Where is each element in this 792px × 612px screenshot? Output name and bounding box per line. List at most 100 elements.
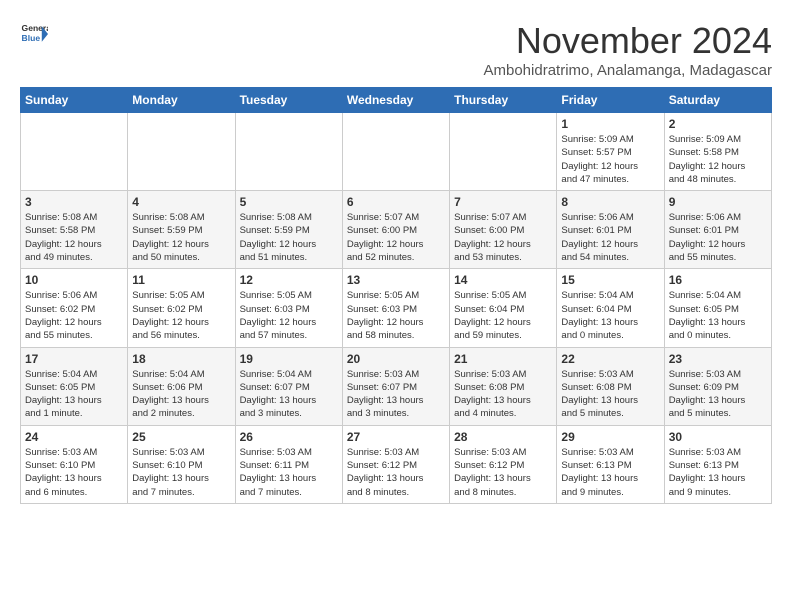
day-header-thursday: Thursday bbox=[450, 88, 557, 113]
calendar-cell: 29Sunrise: 5:03 AM Sunset: 6:13 PM Dayli… bbox=[557, 425, 664, 503]
day-info: Sunrise: 5:05 AM Sunset: 6:02 PM Dayligh… bbox=[132, 289, 230, 342]
day-info: Sunrise: 5:06 AM Sunset: 6:01 PM Dayligh… bbox=[561, 211, 659, 264]
day-number: 7 bbox=[454, 195, 552, 209]
day-header-tuesday: Tuesday bbox=[235, 88, 342, 113]
day-number: 13 bbox=[347, 273, 445, 287]
day-number: 15 bbox=[561, 273, 659, 287]
logo: General Blue bbox=[20, 20, 48, 48]
day-info: Sunrise: 5:08 AM Sunset: 5:59 PM Dayligh… bbox=[132, 211, 230, 264]
month-title: November 2024 bbox=[484, 20, 773, 62]
day-info: Sunrise: 5:04 AM Sunset: 6:07 PM Dayligh… bbox=[240, 368, 338, 421]
day-header-saturday: Saturday bbox=[664, 88, 771, 113]
day-header-monday: Monday bbox=[128, 88, 235, 113]
title-block: November 2024 Ambohidratrimo, Analamanga… bbox=[484, 20, 773, 79]
day-number: 8 bbox=[561, 195, 659, 209]
day-number: 3 bbox=[25, 195, 123, 209]
day-number: 12 bbox=[240, 273, 338, 287]
calendar-cell bbox=[21, 113, 128, 191]
day-info: Sunrise: 5:08 AM Sunset: 5:59 PM Dayligh… bbox=[240, 211, 338, 264]
calendar-cell: 22Sunrise: 5:03 AM Sunset: 6:08 PM Dayli… bbox=[557, 347, 664, 425]
day-info: Sunrise: 5:03 AM Sunset: 6:13 PM Dayligh… bbox=[561, 446, 659, 499]
day-header-wednesday: Wednesday bbox=[342, 88, 449, 113]
calendar-table: SundayMondayTuesdayWednesdayThursdayFrid… bbox=[20, 87, 772, 504]
day-number: 27 bbox=[347, 430, 445, 444]
day-number: 26 bbox=[240, 430, 338, 444]
calendar-cell: 10 Sunrise: 5:06 AM Sunset: 6:02 PM Dayli… bbox=[21, 269, 128, 347]
day-number: 19 bbox=[240, 352, 338, 366]
calendar-cell: 18 Sunrise: 5:04 AM Sunset: 6:06 PM Dayli… bbox=[128, 347, 235, 425]
day-info: Sunrise: 5:03 AM Sunset: 6:10 PM Dayligh… bbox=[25, 446, 123, 499]
calendar-cell: 23Sunrise: 5:03 AM Sunset: 6:09 PM Dayli… bbox=[664, 347, 771, 425]
day-info: Sunrise: 5:09 AM Sunset: 5:58 PM Dayligh… bbox=[669, 133, 767, 186]
day-number: 20 bbox=[347, 352, 445, 366]
location: Ambohidratrimo, Analamanga, Madagascar bbox=[484, 62, 773, 79]
day-info: Sunrise: 5:05 AM Sunset: 6:03 PM Dayligh… bbox=[347, 289, 445, 342]
calendar-cell bbox=[342, 113, 449, 191]
calendar-cell bbox=[235, 113, 342, 191]
calendar-cell: 21 Sunrise: 5:03 AM Sunset: 6:08 PM Dayli… bbox=[450, 347, 557, 425]
day-info: Sunrise: 5:07 AM Sunset: 6:00 PM Dayligh… bbox=[454, 211, 552, 264]
day-number: 18 bbox=[132, 352, 230, 366]
week-row-4: 17 Sunrise: 5:04 AM Sunset: 6:05 PM Dayli… bbox=[21, 347, 772, 425]
day-number: 9 bbox=[669, 195, 767, 209]
calendar-cell: 27 Sunrise: 5:03 AM Sunset: 6:12 PM Dayli… bbox=[342, 425, 449, 503]
day-info: Sunrise: 5:03 AM Sunset: 6:08 PM Dayligh… bbox=[454, 368, 552, 421]
day-header-friday: Friday bbox=[557, 88, 664, 113]
calendar-cell: 11 Sunrise: 5:05 AM Sunset: 6:02 PM Dayli… bbox=[128, 269, 235, 347]
calendar-header-row: SundayMondayTuesdayWednesdayThursdayFrid… bbox=[21, 88, 772, 113]
day-number: 21 bbox=[454, 352, 552, 366]
calendar-cell: 7 Sunrise: 5:07 AM Sunset: 6:00 PM Daylig… bbox=[450, 191, 557, 269]
day-info: Sunrise: 5:03 AM Sunset: 6:12 PM Dayligh… bbox=[347, 446, 445, 499]
day-number: 1 bbox=[561, 117, 659, 131]
calendar-cell: 26Sunrise: 5:03 AM Sunset: 6:11 PM Dayli… bbox=[235, 425, 342, 503]
day-number: 6 bbox=[347, 195, 445, 209]
calendar-cell: 20 Sunrise: 5:03 AM Sunset: 6:07 PM Dayli… bbox=[342, 347, 449, 425]
calendar-cell: 2 Sunrise: 5:09 AM Sunset: 5:58 PM Daylig… bbox=[664, 113, 771, 191]
calendar-cell: 19 Sunrise: 5:04 AM Sunset: 6:07 PM Dayli… bbox=[235, 347, 342, 425]
day-number: 22 bbox=[561, 352, 659, 366]
day-info: Sunrise: 5:07 AM Sunset: 6:00 PM Dayligh… bbox=[347, 211, 445, 264]
day-info: Sunrise: 5:04 AM Sunset: 6:06 PM Dayligh… bbox=[132, 368, 230, 421]
day-info: Sunrise: 5:03 AM Sunset: 6:13 PM Dayligh… bbox=[669, 446, 767, 499]
day-info: Sunrise: 5:03 AM Sunset: 6:07 PM Dayligh… bbox=[347, 368, 445, 421]
calendar-cell: 4 Sunrise: 5:08 AM Sunset: 5:59 PM Daylig… bbox=[128, 191, 235, 269]
day-info: Sunrise: 5:05 AM Sunset: 6:04 PM Dayligh… bbox=[454, 289, 552, 342]
day-info: Sunrise: 5:03 AM Sunset: 6:12 PM Dayligh… bbox=[454, 446, 552, 499]
day-number: 25 bbox=[132, 430, 230, 444]
day-info: Sunrise: 5:08 AM Sunset: 5:58 PM Dayligh… bbox=[25, 211, 123, 264]
calendar-cell: 3 Sunrise: 5:08 AM Sunset: 5:58 PM Daylig… bbox=[21, 191, 128, 269]
calendar-cell: 30 Sunrise: 5:03 AM Sunset: 6:13 PM Dayli… bbox=[664, 425, 771, 503]
day-number: 11 bbox=[132, 273, 230, 287]
calendar-cell: 16Sunrise: 5:04 AM Sunset: 6:05 PM Dayli… bbox=[664, 269, 771, 347]
day-info: Sunrise: 5:05 AM Sunset: 6:03 PM Dayligh… bbox=[240, 289, 338, 342]
page-header: General Blue November 2024 Ambohidratrim… bbox=[20, 20, 772, 79]
day-number: 28 bbox=[454, 430, 552, 444]
day-info: Sunrise: 5:03 AM Sunset: 6:10 PM Dayligh… bbox=[132, 446, 230, 499]
week-row-1: 1 Sunrise: 5:09 AM Sunset: 5:57 PM Daylig… bbox=[21, 113, 772, 191]
day-info: Sunrise: 5:06 AM Sunset: 6:01 PM Dayligh… bbox=[669, 211, 767, 264]
day-number: 17 bbox=[25, 352, 123, 366]
day-number: 4 bbox=[132, 195, 230, 209]
week-row-5: 24 Sunrise: 5:03 AM Sunset: 6:10 PM Dayli… bbox=[21, 425, 772, 503]
calendar-cell: 15Sunrise: 5:04 AM Sunset: 6:04 PM Dayli… bbox=[557, 269, 664, 347]
day-number: 16 bbox=[669, 273, 767, 287]
day-header-sunday: Sunday bbox=[21, 88, 128, 113]
calendar-cell: 13 Sunrise: 5:05 AM Sunset: 6:03 PM Dayli… bbox=[342, 269, 449, 347]
calendar-cell: 25 Sunrise: 5:03 AM Sunset: 6:10 PM Dayli… bbox=[128, 425, 235, 503]
day-number: 24 bbox=[25, 430, 123, 444]
calendar-cell: 6 Sunrise: 5:07 AM Sunset: 6:00 PM Daylig… bbox=[342, 191, 449, 269]
day-number: 10 bbox=[25, 273, 123, 287]
day-info: Sunrise: 5:09 AM Sunset: 5:57 PM Dayligh… bbox=[561, 133, 659, 186]
day-info: Sunrise: 5:04 AM Sunset: 6:05 PM Dayligh… bbox=[25, 368, 123, 421]
calendar-cell: 8 Sunrise: 5:06 AM Sunset: 6:01 PM Daylig… bbox=[557, 191, 664, 269]
calendar-cell bbox=[128, 113, 235, 191]
day-number: 5 bbox=[240, 195, 338, 209]
week-row-2: 3 Sunrise: 5:08 AM Sunset: 5:58 PM Daylig… bbox=[21, 191, 772, 269]
day-number: 2 bbox=[669, 117, 767, 131]
day-info: Sunrise: 5:03 AM Sunset: 6:09 PM Dayligh… bbox=[669, 368, 767, 421]
calendar-cell bbox=[450, 113, 557, 191]
calendar-cell: 12 Sunrise: 5:05 AM Sunset: 6:03 PM Dayli… bbox=[235, 269, 342, 347]
day-info: Sunrise: 5:06 AM Sunset: 6:02 PM Dayligh… bbox=[25, 289, 123, 342]
day-number: 30 bbox=[669, 430, 767, 444]
calendar-cell: 1 Sunrise: 5:09 AM Sunset: 5:57 PM Daylig… bbox=[557, 113, 664, 191]
